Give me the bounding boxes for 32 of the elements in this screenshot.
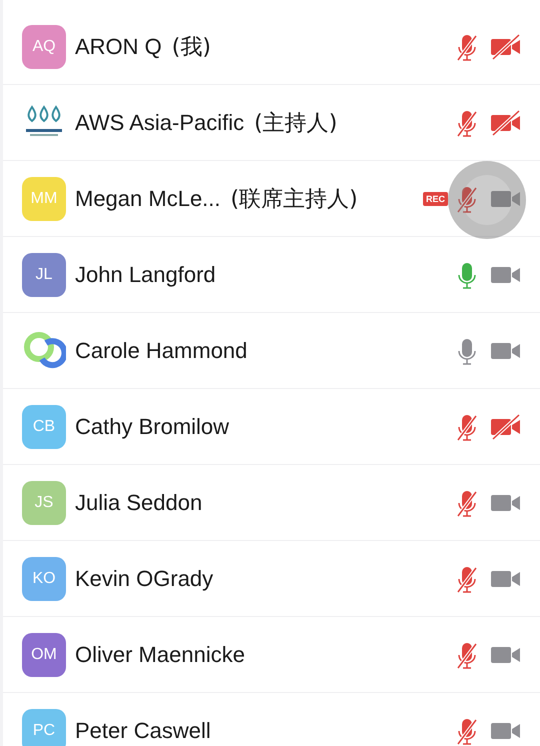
participant-role: (主持人) bbox=[254, 110, 338, 138]
participant-row[interactable]: KO Kevin OGrady bbox=[3, 541, 540, 617]
participant-name: Megan McLe... bbox=[75, 186, 221, 212]
participant-row[interactable]: AQ ARON Q (我) bbox=[3, 9, 540, 85]
participant-name: Carole Hammond bbox=[75, 338, 248, 364]
participant-row[interactable]: AWS Asia-Pacific (主持人) bbox=[3, 85, 540, 161]
participant-name: Peter Caswell bbox=[75, 718, 211, 744]
avatar: JL bbox=[22, 252, 66, 296]
participant-row[interactable]: Carole Hammond bbox=[3, 313, 540, 389]
participant-role: (联席主持人) bbox=[230, 186, 358, 214]
avatar: AQ bbox=[22, 24, 66, 68]
participant-row[interactable]: CB Cathy Bromilow bbox=[3, 389, 540, 465]
participant-name: Kevin OGrady bbox=[75, 566, 214, 592]
avatar: MM bbox=[22, 176, 66, 220]
avatar: PC bbox=[22, 708, 66, 746]
avatar: OM bbox=[22, 632, 66, 676]
participant-row[interactable]: PC Peter Caswell bbox=[3, 693, 540, 746]
participant-name: Oliver Maennicke bbox=[75, 642, 245, 668]
recording-badge: REC bbox=[422, 192, 448, 206]
participant-row[interactable]: JL John Langford bbox=[3, 237, 540, 313]
participant-row[interactable]: MM Megan McLe... (联席主持人) REC bbox=[3, 161, 540, 237]
participant-name: ARON Q bbox=[75, 34, 162, 60]
avatar: CB bbox=[22, 404, 66, 448]
participant-role: (我) bbox=[172, 34, 211, 62]
avatar: KO bbox=[22, 556, 66, 600]
participant-name: John Langford bbox=[75, 262, 216, 288]
participant-name: Julia Seddon bbox=[75, 490, 202, 516]
avatar: JS bbox=[22, 480, 66, 524]
participant-name: AWS Asia-Pacific bbox=[75, 110, 244, 136]
participant-name: Cathy Bromilow bbox=[75, 414, 230, 440]
participant-row[interactable]: JS Julia Seddon bbox=[3, 465, 540, 541]
participant-row[interactable]: OM Oliver Maennicke bbox=[3, 617, 540, 693]
